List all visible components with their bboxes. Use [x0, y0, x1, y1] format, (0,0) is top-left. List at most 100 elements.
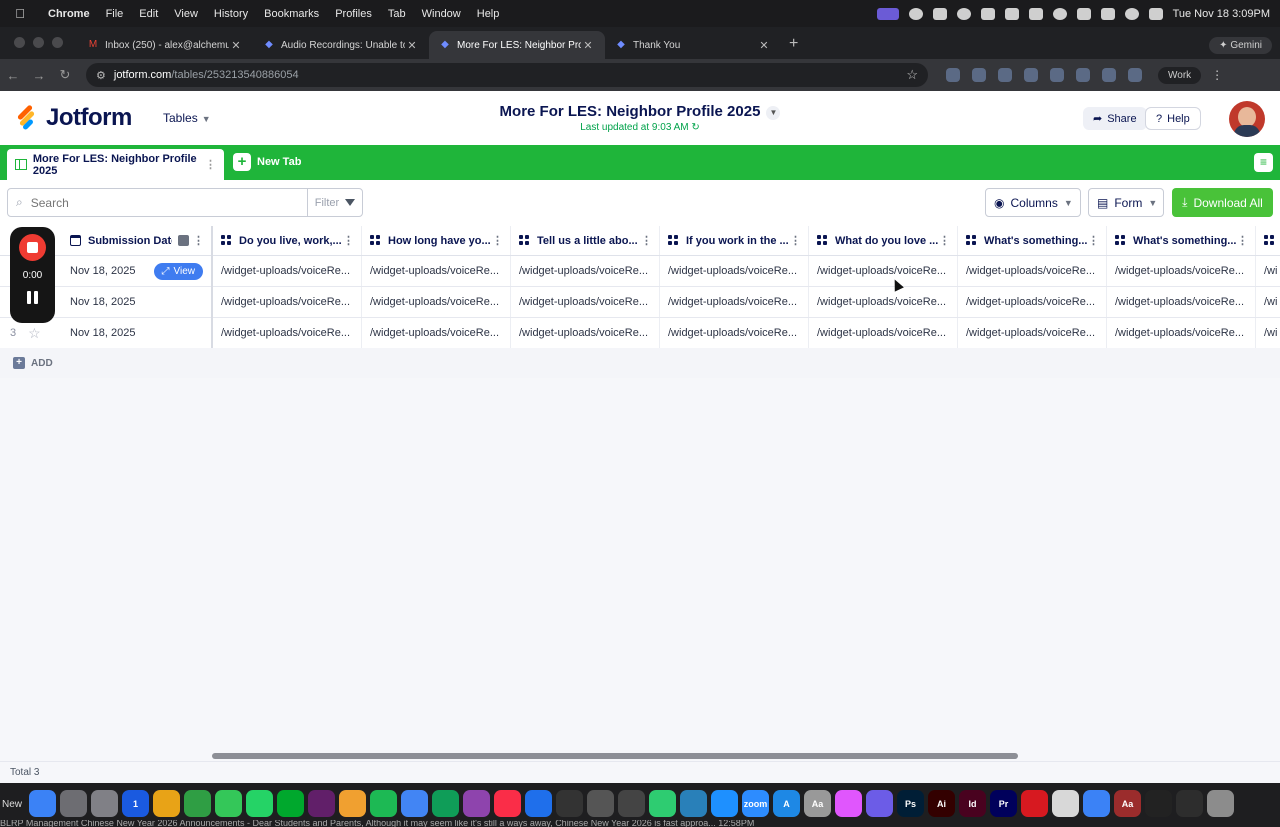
table-row[interactable]: 3 ☆ Nov 18, 2025 /widget-uploads/voiceRe.… [0, 318, 1280, 348]
share-button[interactable]: ➦ Share [1083, 107, 1147, 130]
table-cell[interactable]: /widget-uploads/voiceRe... [958, 318, 1107, 348]
fonts-icon[interactable]: Aa [804, 790, 831, 817]
chevron-down-icon[interactable]: ▼ [766, 105, 781, 120]
sheet-tab-active[interactable]: More For LES: Neighbor Profile 2025 ⋮ [7, 149, 224, 180]
download-icon[interactable] [1128, 68, 1142, 82]
bookmark-star-icon[interactable]: ☆ [906, 67, 918, 83]
zoom-icon[interactable]: zoom [742, 790, 769, 817]
play-icon[interactable] [1052, 7, 1067, 20]
close-tab-icon[interactable]: ✕ [581, 39, 595, 52]
browser-menu-icon[interactable]: ⋮ [1211, 68, 1223, 82]
drive-icon[interactable] [184, 790, 211, 817]
keynote-icon[interactable] [711, 790, 738, 817]
table-cell[interactable]: /widget-uploads/voiceRe... [958, 256, 1107, 286]
menu-app[interactable]: Chrome [40, 8, 98, 20]
table-row[interactable]: 1☆ Nov 18, 2025 ⤢View /widget-uploads/vo… [0, 256, 1280, 287]
minimize-window-button[interactable] [33, 37, 44, 48]
frozen-column-divider[interactable] [211, 226, 213, 348]
stop-recording-button[interactable] [19, 234, 46, 261]
profile-button[interactable]: Work [1158, 66, 1202, 84]
instruments-icon[interactable] [1145, 790, 1172, 817]
column-menu-icon[interactable]: ⋮ [1237, 234, 1248, 247]
filter-button[interactable]: Filter [307, 188, 363, 217]
evernote-icon[interactable] [277, 790, 304, 817]
column-menu-icon[interactable]: ⋮ [1088, 234, 1099, 247]
star-icon[interactable]: ☆ [28, 325, 41, 342]
wifi-icon[interactable] [1100, 7, 1115, 20]
table-cell[interactable]: /widget-uploads/voiceRe... [362, 287, 511, 317]
close-tab-icon[interactable]: ✕ [405, 39, 419, 52]
columns-button[interactable]: ◉ Columns ▼ [985, 188, 1081, 217]
spotlight-icon[interactable] [1124, 7, 1139, 20]
help-button[interactable]: ? Help [1145, 107, 1201, 130]
photo-booth-icon[interactable] [587, 790, 614, 817]
table-menu-icon[interactable]: ≡ [1254, 153, 1273, 172]
table-cell[interactable]: /widget-uploads/voiceRe... [511, 318, 660, 348]
menu-view[interactable]: View [166, 8, 206, 20]
extension-icon[interactable] [998, 68, 1012, 82]
table-cell[interactable]: /widget-uploads/voiceRe... [1107, 256, 1256, 286]
column-header[interactable]: Do you live, work,... ⋮ [213, 226, 362, 255]
new-tab-button[interactable]: + New Tab [233, 153, 301, 171]
table-cell[interactable]: /widget-uploads/voiceRe... [362, 318, 511, 348]
column-header[interactable]: How long have yo... ⋮ [362, 226, 511, 255]
menu-help[interactable]: Help [469, 8, 508, 20]
status-icon[interactable] [932, 7, 947, 20]
quicktime-icon[interactable] [618, 790, 645, 817]
menu-profiles[interactable]: Profiles [327, 8, 380, 20]
trash-icon[interactable] [1207, 790, 1234, 817]
1password-icon[interactable]: 1 [122, 790, 149, 817]
jotform-logo[interactable]: Jotform [14, 104, 132, 132]
premiere-icon[interactable]: Pr [990, 790, 1017, 817]
status-icon[interactable] [1004, 7, 1019, 20]
menu-window[interactable]: Window [414, 8, 469, 20]
horizontal-scrollbar[interactable] [212, 753, 1018, 759]
column-header-submission-date[interactable]: Submission Date ⋮ [62, 226, 212, 255]
podcasts-icon[interactable] [463, 790, 490, 817]
whatsapp-icon[interactable] [246, 790, 273, 817]
illustrator-icon[interactable]: Ai [928, 790, 955, 817]
table-cell[interactable]: /widget-uploads/voiceRe... [809, 287, 958, 317]
battery-icon[interactable] [1076, 7, 1091, 20]
apple-icon[interactable]:  [0, 6, 40, 21]
status-icon[interactable] [908, 7, 923, 20]
site-settings-icon[interactable]: ⚙ [96, 69, 106, 82]
control-center-icon[interactable] [1148, 7, 1163, 20]
gemini-button[interactable]: ✦ Gemini [1209, 37, 1272, 54]
menu-history[interactable]: History [206, 8, 256, 20]
sheets-icon[interactable] [432, 790, 459, 817]
column-menu-icon[interactable]: ⋮ [790, 234, 801, 247]
chrome-icon[interactable] [153, 790, 180, 817]
music-icon[interactable] [494, 790, 521, 817]
menu-file[interactable]: File [98, 8, 132, 20]
extension-icon[interactable] [946, 68, 960, 82]
table-cell[interactable]: /wi [1256, 287, 1280, 317]
browser-tab-audio[interactable]: ◆ Audio Recordings: Unable to ✕ [253, 31, 429, 59]
side-panel-icon[interactable] [1102, 68, 1116, 82]
facetime-icon[interactable] [649, 790, 676, 817]
extension-icon[interactable] [1050, 68, 1064, 82]
column-menu-icon[interactable]: ⋮ [193, 234, 204, 247]
xcode-icon[interactable] [525, 790, 552, 817]
table-cell[interactable]: /widget-uploads/voiceRe... [1107, 287, 1256, 317]
menu-bookmarks[interactable]: Bookmarks [256, 8, 327, 20]
submission-date-cell[interactable]: Nov 18, 2025 ⤢ View [62, 256, 212, 286]
settings-icon[interactable] [91, 790, 118, 817]
column-header[interactable] [1256, 226, 1280, 255]
column-header[interactable]: What's something... ⋮ [1107, 226, 1256, 255]
column-menu-icon[interactable]: ⋮ [492, 234, 503, 247]
menu-edit[interactable]: Edit [131, 8, 166, 20]
extension-icon[interactable] [972, 68, 986, 82]
page-title[interactable]: More For LES: Neighbor Profile 2025 [500, 103, 761, 120]
column-header[interactable]: Tell us a little abo... ⋮ [511, 226, 660, 255]
docs-icon[interactable] [401, 790, 428, 817]
menubar-clock[interactable]: Tue Nov 18 3:09PM [1173, 8, 1270, 20]
slack-icon[interactable] [308, 790, 335, 817]
back-icon[interactable]: ← [0, 68, 26, 83]
reload-icon[interactable]: ↻ [52, 67, 78, 83]
table-cell[interactable]: /widget-uploads/voiceRe... [660, 287, 809, 317]
imovie-icon[interactable] [866, 790, 893, 817]
column-header[interactable]: What's something... ⋮ [958, 226, 1107, 255]
menu-tab[interactable]: Tab [380, 8, 414, 20]
indesign-icon[interactable]: Id [959, 790, 986, 817]
